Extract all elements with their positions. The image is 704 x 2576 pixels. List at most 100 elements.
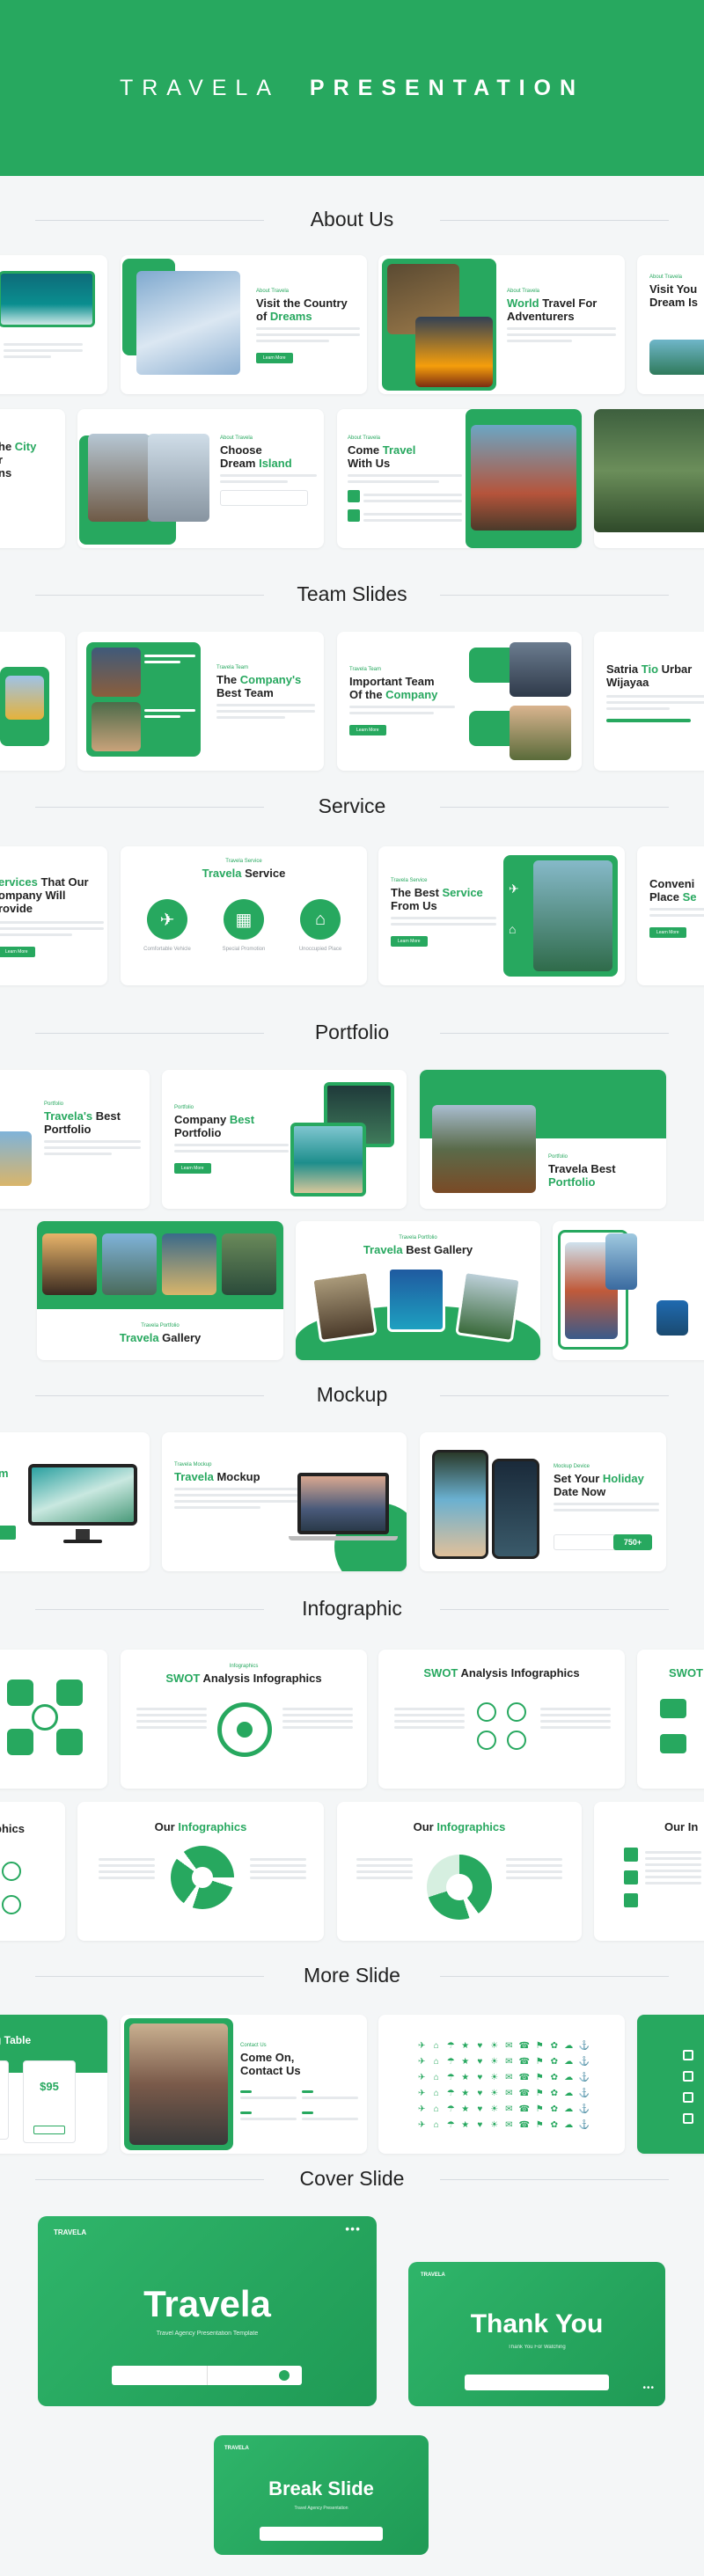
museum-icon: ⌂ [300, 899, 341, 940]
mockup-card-laptop[interactable]: Travela Mockup Travela Mockup [162, 1432, 407, 1571]
travel-icon: ☂ [446, 2057, 455, 2067]
travel-icon: ☂ [446, 2041, 455, 2051]
more-card-green[interactable] [637, 2015, 704, 2154]
travel-icon: ⌂ [433, 2089, 439, 2098]
travel-icon: ☁ [564, 2089, 574, 2098]
about-card-choose-island[interactable]: About Travela Choose Dream Island [77, 409, 324, 548]
price-label: $95 [40, 2080, 59, 2093]
infographic-card-4[interactable]: phics [0, 1802, 65, 1941]
infographic-card-our-3[interactable]: Our In [594, 1802, 704, 1941]
travel-icon: ⚓ [578, 2041, 590, 2051]
about-card-visit-dream[interactable]: About Travela Visit You Dream Is [637, 255, 704, 394]
more-title-2: Come On, Contact Us [240, 2051, 301, 2077]
more-icon: ••• [345, 2221, 361, 2236]
infographic-card-1[interactable] [0, 1650, 107, 1789]
hero-banner: TRAVELA PRESENTATION [0, 0, 704, 176]
section-title-infographic: Infographic [0, 1597, 704, 1621]
cover-slide-main[interactable]: TRAVELA ••• Travela Travel Agency Presen… [38, 2216, 377, 2406]
portfolio-card-3[interactable] [553, 1221, 704, 1360]
travel-icon: ✉ [505, 2120, 513, 2130]
service-title-1: ervices That Our ompany Will rovide [0, 875, 89, 915]
break-title: Break Slide [268, 2477, 374, 2499]
cover-slide-thanks[interactable]: TRAVELA Thank You Thank You For Watching… [408, 2262, 665, 2406]
section-title-more: More Slide [0, 1964, 704, 1987]
team-card-company-team[interactable]: Travela Team The Company's Best Team [77, 632, 324, 771]
more-card-contact[interactable]: Contact Us Come On, Contact Us [121, 2015, 367, 2154]
travel-icon: ★ [461, 2120, 470, 2130]
travel-icon: ✿ [550, 2073, 558, 2082]
portfolio-card-company[interactable]: Portfolio Company Best Portfolio Learn Mo… [162, 1070, 407, 1209]
service-card-best-service[interactable]: Travela Service The Best Service From Us … [378, 846, 625, 985]
travel-icon: ⌂ [433, 2041, 439, 2051]
about-card-visit-country[interactable]: About Travela Visit the Country of Dreams… [121, 255, 367, 394]
price-badge: 750+ [613, 1534, 652, 1550]
travel-icon: ☁ [564, 2041, 574, 2051]
infographic-card-swot-1[interactable]: Infographics SWOT Analysis Infographics [121, 1650, 367, 1789]
service-title-3: The Best Service From Us [391, 886, 483, 912]
infographic-card-our-2[interactable]: Our Infographics [337, 1802, 582, 1941]
travel-icon: ✿ [550, 2057, 558, 2067]
travel-icon: ★ [461, 2104, 470, 2114]
service-card-convenient[interactable]: Conveni Place Se Learn More [637, 846, 704, 985]
team-card-important-team[interactable]: Travela Team Important Team Of the Compan… [337, 632, 582, 771]
infographic-card-swot-3[interactable]: SWOT [637, 1650, 704, 1789]
infographic-card-swot-2[interactable]: SWOT Analysis Infographics [378, 1650, 625, 1789]
service-card-travela-service[interactable]: Travela Service Travela Service ✈ ▦ ⌂ Co… [121, 846, 367, 985]
team-card-1[interactable] [0, 632, 65, 771]
team-title-3: Satria Tio Urbar Wijayaa [606, 662, 693, 689]
about-card-world-travel[interactable]: About Travela World Travel For Adventure… [378, 255, 625, 394]
travel-icon: ⌂ [433, 2057, 439, 2067]
section-title-portfolio: Portfolio [0, 1021, 704, 1044]
mockup-card-monitor[interactable]: m [0, 1432, 150, 1571]
travel-icon: ✈ [418, 2120, 426, 2130]
about-title-1: Visit the Country of Dreams [256, 296, 348, 323]
travel-icon: ♥ [477, 2120, 483, 2130]
about-card-come-travel[interactable]: About Travela Come Travel With Us [337, 409, 582, 548]
travel-icon: ☁ [564, 2073, 574, 2082]
more-card-pricing[interactable]: g Table $95 [0, 2015, 107, 2154]
travel-icon: ☀ [490, 2073, 499, 2082]
travel-icon: ☂ [446, 2104, 455, 2114]
thanks-title: Thank You [470, 2309, 604, 2338]
travel-icon: ☂ [446, 2089, 455, 2098]
mockup-card-phones[interactable]: Mockup Device Set Your Holiday Date Now 7… [420, 1432, 666, 1571]
portfolio-card-gallery[interactable]: Travela Portfolio Travela Gallery [37, 1221, 283, 1360]
travel-icon: ★ [461, 2089, 470, 2098]
infographic-title-1: SWOT Analysis Infographics [165, 1672, 322, 1685]
travel-icon: ♥ [477, 2104, 483, 2114]
travel-icon: ⚑ [535, 2104, 544, 2114]
about-title-2: World Travel For Adventurers [507, 296, 598, 323]
travel-icon: ♥ [477, 2073, 483, 2082]
travel-icon: ⚑ [535, 2073, 544, 2082]
team-title-2: Important Team Of the Company [349, 675, 438, 701]
travel-icon: ✉ [505, 2041, 513, 2051]
travel-icon: ⚓ [578, 2089, 590, 2098]
travel-icon: ☁ [564, 2120, 574, 2130]
portfolio-title-1: Travela's Best Portfolio [44, 1109, 121, 1136]
travel-icon: ⚓ [578, 2057, 590, 2067]
section-title-about: About Us [0, 208, 704, 231]
portfolio-card-1[interactable]: Portfolio Travela's Best Portfolio [0, 1070, 150, 1209]
about-card-city[interactable]: he City r ns [0, 409, 65, 548]
service-title-4: Conveni Place Se [649, 877, 697, 904]
travel-icon: ⚑ [535, 2057, 544, 2067]
travel-icon: ☁ [564, 2104, 574, 2114]
service-card-1[interactable]: ervices That Our ompany Will rovide Learn … [0, 846, 107, 985]
portfolio-title-4: Travela Gallery [119, 1331, 202, 1344]
infographic-card-our-1[interactable]: Our Infographics [77, 1802, 324, 1941]
about-card-bridge[interactable] [594, 409, 704, 548]
building-icon: ⌂ [509, 922, 517, 936]
cover-slide-break[interactable]: TRAVELA Break Slide Travel Agency Presen… [214, 2435, 429, 2555]
travel-icon: ☎ [518, 2041, 531, 2051]
portfolio-card-best-gallery[interactable]: Travela Portfolio Travela Best Gallery [296, 1221, 540, 1360]
travel-icon: ⌂ [433, 2073, 439, 2082]
section-title-service: Service [0, 794, 704, 818]
about-title-6: Come Travel With Us [348, 443, 416, 470]
travel-icon: ☀ [490, 2089, 499, 2098]
travel-icon: ✿ [550, 2120, 558, 2130]
about-card-1[interactable] [0, 255, 107, 394]
travel-icon: ☎ [518, 2057, 531, 2067]
team-card-profile[interactable]: Satria Tio Urbar Wijayaa [594, 632, 704, 771]
more-card-icons[interactable]: ✈ ⌂ ☂ ★ ♥ ☀ ✉ ☎ ⚑ ✿ ☁ ⚓ ✈ ⌂ ☂ ★ ♥ ☀ ✉ ☎ ⚑ ✿ ☁ ⚓ ✈ ⌂ ☂ ★ ♥ ☀ ✉ ☎ ⚑ ✿ ☁ ⚓ ✈ ⌂ ☂ ★… [378, 2015, 625, 2154]
portfolio-card-best[interactable]: Portfolio Travela Best Portfolio [420, 1070, 666, 1209]
